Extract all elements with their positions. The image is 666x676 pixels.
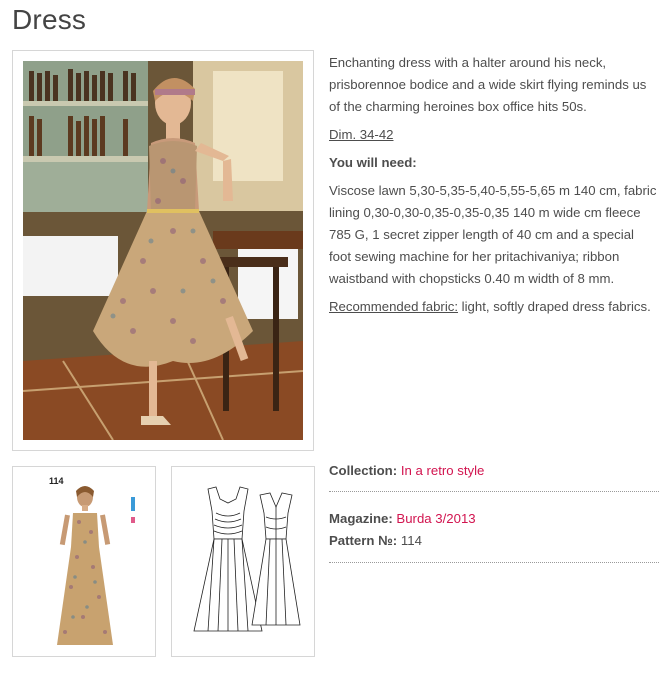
pattern-row: Pattern №: 114 [329,530,659,552]
you-will-need-heading: You will need: [329,155,417,170]
collection-row: Collection: In a retro style [329,460,659,482]
dress-photo [23,61,303,440]
divider [329,562,659,563]
page-title: Dress [12,4,87,35]
main-dress-photo[interactable] [12,50,314,451]
magazine-row: Magazine: Burda 3/2013 [329,508,659,530]
requirements-text: Viscose lawn 5,30-5,35-5,40-5,55-5,65 m … [329,183,657,286]
collection-label: Collection: [329,463,398,478]
pattern-label: Pattern №: [329,533,398,548]
divider [329,491,659,492]
technical-drawing [193,486,301,632]
magazine-label: Magazine: [329,511,393,526]
description-intro: Enchanting dress with a halter around hi… [329,55,647,114]
dimensions-link[interactable]: Dim. 34-42 [329,124,659,146]
technical-drawing-thumbnail[interactable] [171,466,315,657]
collection-link[interactable]: In a retro style [401,463,485,478]
pattern-value: 114 [400,533,422,548]
recommended-fabric: Recommended fabric: light, softly draped… [329,296,659,318]
recommended-fabric-label[interactable]: Recommended fabric: [329,299,458,314]
model-thumbnail[interactable]: 114 [12,466,156,657]
magazine-link[interactable]: Burda 3/2013 [396,511,475,526]
description: Enchanting dress with a halter around hi… [329,52,659,318]
recommended-fabric-value: light, softly draped dress fabrics. [458,299,651,314]
magazine-block: Magazine: Burda 3/2013 Pattern №: 114 [329,508,659,552]
dress-model-thumbnail [57,486,135,645]
thumbnail-number: 114 [49,476,64,486]
